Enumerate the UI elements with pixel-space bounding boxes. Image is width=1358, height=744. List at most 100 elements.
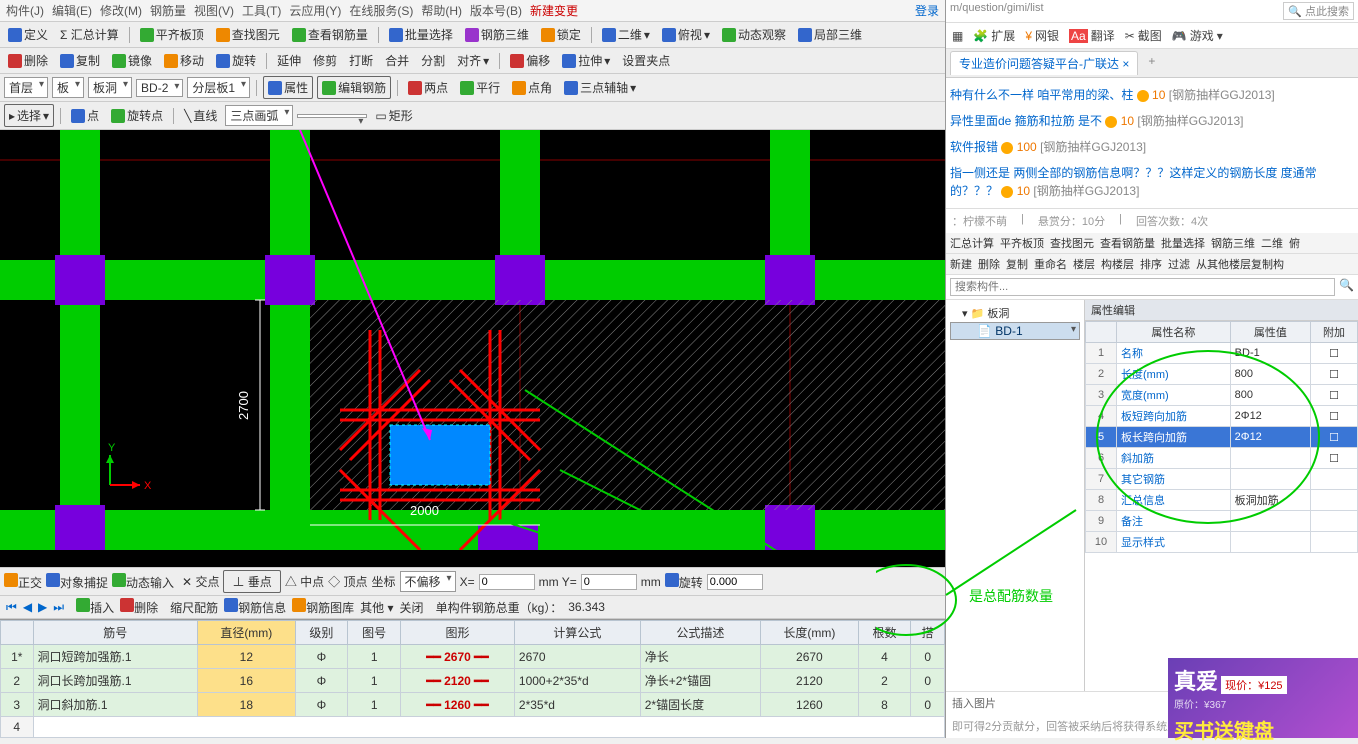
menu-item[interactable]: 帮助(H) xyxy=(421,2,462,19)
mini-button[interactable]: 批量选择 xyxy=(1161,235,1205,251)
mini-button[interactable]: 从其他楼层复制构 xyxy=(1196,256,1284,272)
align-button[interactable]: 对齐 ▾ xyxy=(453,50,493,71)
point-angle-button[interactable]: 点角 xyxy=(508,77,556,98)
snap-vert[interactable]: ◇ 顶点 xyxy=(328,573,367,590)
nav-next-icon[interactable]: ▶ xyxy=(38,600,47,614)
offset-mode[interactable]: 不偏移 xyxy=(400,571,456,592)
dynamic-input-toggle[interactable]: 动态输入 xyxy=(112,573,174,591)
break-button[interactable]: 打断 xyxy=(345,50,377,71)
type-select[interactable]: 板洞 xyxy=(88,77,132,98)
rebar-info-button[interactable]: 钢筋信息 xyxy=(224,598,286,616)
find-element-button[interactable]: 查找图元 xyxy=(212,24,284,45)
sum-button[interactable]: Σ 汇总计算 xyxy=(56,24,123,45)
select-tool[interactable]: ▸ 选择 ▾ xyxy=(4,104,54,127)
local-3d-button[interactable]: 局部三维 xyxy=(794,24,866,45)
snap-perp[interactable]: ⊥ 垂点 xyxy=(223,570,280,593)
edit-rebar-button[interactable]: 编辑钢筋 xyxy=(317,76,391,99)
menu-item[interactable]: 版本号(B) xyxy=(470,2,522,19)
nav-last-icon[interactable]: ⏭ xyxy=(53,600,64,615)
menu-item[interactable]: 工具(T) xyxy=(242,2,281,19)
other-button[interactable]: 其他 ▾ xyxy=(360,599,393,616)
rotate-button[interactable]: 旋转 xyxy=(212,50,260,71)
menu-item[interactable]: 在线服务(S) xyxy=(349,2,413,19)
rotate-toggle[interactable]: 旋转 xyxy=(665,573,703,591)
tree-root[interactable]: ▾ 📁 板洞 xyxy=(950,304,1080,322)
grip-button[interactable]: 设置夹点 xyxy=(618,50,674,71)
property-button[interactable]: 属性 xyxy=(263,76,313,99)
component-select[interactable]: 板 xyxy=(52,77,84,98)
snap-cross[interactable]: ✕ 交点 xyxy=(182,573,219,590)
orbit-button[interactable]: 动态观察 xyxy=(718,24,790,45)
menu-item[interactable]: 视图(V) xyxy=(194,2,234,19)
table-row[interactable]: 2洞口长跨加强筋.116Φ1━━ 2120 ━━1000+2*35*d净长+2*… xyxy=(1,669,945,693)
rotate-input[interactable] xyxy=(707,574,763,590)
ortho-toggle[interactable]: 正交 xyxy=(4,573,42,591)
drawing-canvas[interactable]: 2700 2000 YX xyxy=(0,130,945,567)
table-header[interactable] xyxy=(1,621,34,645)
x-input[interactable] xyxy=(479,574,535,590)
align-slab-button[interactable]: 平齐板顶 xyxy=(136,24,208,45)
table-header[interactable]: 计算公式 xyxy=(514,621,640,645)
view-2d-button[interactable]: 二维 ▾ xyxy=(598,24,654,45)
snap-coord[interactable]: 坐标 xyxy=(372,573,396,590)
menu-item[interactable]: 修改(M) xyxy=(100,2,142,19)
component-search-input[interactable] xyxy=(950,278,1335,296)
nav-prev-icon[interactable]: ◀ xyxy=(23,600,32,614)
batch-select-button[interactable]: 批量选择 xyxy=(385,24,457,45)
rebar-lib-button[interactable]: 钢筋图库 xyxy=(292,598,354,616)
new-tab-button[interactable]: + xyxy=(1140,51,1163,75)
empty-select[interactable] xyxy=(297,114,367,118)
trim-button[interactable]: 修剪 xyxy=(309,50,341,71)
game-button[interactable]: 🎮游戏 ▾ xyxy=(1172,27,1223,44)
menu-item[interactable]: 编辑(E) xyxy=(52,2,92,19)
mini-button[interactable]: 排序 xyxy=(1140,256,1162,272)
delete-row-button[interactable]: 删除 xyxy=(120,598,158,616)
tree-child[interactable]: 📄 BD-1 xyxy=(950,322,1080,340)
code-select[interactable]: BD-2 xyxy=(136,79,183,97)
aux-axis-button[interactable]: 三点辅轴 ▾ xyxy=(560,77,640,98)
qa-item[interactable]: 软件报错 100 [钢筋抽样GGJ2013] xyxy=(948,134,1356,160)
table-header[interactable]: 长度(mm) xyxy=(761,621,858,645)
bank-button[interactable]: ¥网银 xyxy=(1025,27,1059,44)
mirror-button[interactable]: 镜像 xyxy=(108,50,156,71)
rebar-3d-button[interactable]: 钢筋三维 xyxy=(461,24,533,45)
property-row[interactable]: 10显示样式 xyxy=(1086,532,1358,553)
delete-button[interactable]: 删除 xyxy=(4,50,52,71)
table-header[interactable]: 公式描述 xyxy=(640,621,760,645)
mini-button[interactable]: 查找图元 xyxy=(1050,235,1094,251)
view-rebar-button[interactable]: 查看钢筋量 xyxy=(288,24,372,45)
floor-select[interactable]: 首层 xyxy=(4,77,48,98)
copy-button[interactable]: 复制 xyxy=(56,50,104,71)
insert-row-button[interactable]: 插入 xyxy=(76,598,114,616)
table-header[interactable]: 直径(mm) xyxy=(198,621,295,645)
advertisement[interactable]: 真爱 现价：¥125 原价：¥367 买书送键盘 xyxy=(1168,658,1358,738)
qa-item[interactable]: 种有什么不一样 咱平常用的梁、柱 10 [钢筋抽样GGJ2013] xyxy=(948,82,1356,108)
snap-mid[interactable]: △ 中点 xyxy=(285,573,324,590)
mini-button[interactable]: 钢筋三维 xyxy=(1211,235,1255,251)
table-header[interactable]: 搭 xyxy=(911,621,945,645)
table-header[interactable]: 筋号 xyxy=(33,621,198,645)
screenshot-button[interactable]: ✂截图 xyxy=(1125,27,1162,44)
mini-button[interactable]: 重命名 xyxy=(1034,256,1067,272)
search-hint[interactable]: 🔍 点此搜索 xyxy=(1283,2,1354,20)
table-row[interactable]: 3洞口斜加筋.118Φ1━━ 1260 ━━2*35*d2*锚固长度126080 xyxy=(1,693,945,717)
stretch-button[interactable]: 拉伸 ▾ xyxy=(558,50,614,71)
mini-button[interactable]: 复制 xyxy=(1006,256,1028,272)
table-header[interactable]: 根数 xyxy=(858,621,911,645)
merge-button[interactable]: 合并 xyxy=(381,50,413,71)
offset-button[interactable]: 偏移 xyxy=(506,50,554,71)
table-header[interactable]: 图号 xyxy=(348,621,401,645)
osnap-toggle[interactable]: 对象捕捉 xyxy=(46,573,108,591)
mini-button[interactable]: 删除 xyxy=(978,256,1000,272)
translate-button[interactable]: Aa翻译 xyxy=(1069,27,1115,44)
component-tree[interactable]: ▾ 📁 板洞 📄 BD-1 xyxy=(946,300,1085,691)
split-button[interactable]: 分割 xyxy=(417,50,449,71)
lock-button[interactable]: 锁定 xyxy=(537,24,585,45)
line-tool[interactable]: ╲ 直线 xyxy=(180,105,221,126)
parallel-button[interactable]: 平行 xyxy=(456,77,504,98)
mini-button[interactable]: 二维 xyxy=(1261,235,1283,251)
menu-item[interactable]: 构件(J) xyxy=(6,2,44,19)
mini-button[interactable]: 查看钢筋量 xyxy=(1100,235,1155,251)
mini-button[interactable]: 汇总计算 xyxy=(950,235,994,251)
mini-button[interactable]: 俯 xyxy=(1289,235,1300,251)
